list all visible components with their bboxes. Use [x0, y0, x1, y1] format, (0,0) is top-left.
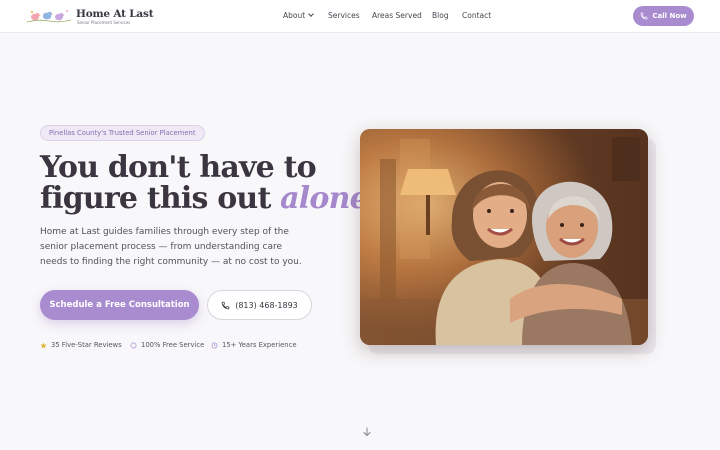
location-badge: Pinellas County's Trusted Senior Placeme…: [40, 125, 205, 141]
hero-headline: You don't have to figure this out alone.: [40, 150, 378, 216]
logo[interactable]: Home At Last Senior Placement Services: [26, 6, 154, 26]
mother-daughter-photo: [360, 129, 648, 345]
hero-photo: [360, 129, 648, 345]
phone-icon: [221, 301, 230, 309]
trust-reviews-label: 35 Five-Star Reviews: [51, 341, 122, 349]
phone-number-label: (813) 468-1893: [235, 300, 298, 310]
nav-about[interactable]: About: [283, 11, 315, 20]
site-header: Home At Last Senior Placement Services A…: [0, 0, 720, 33]
birds-logo-icon: [26, 10, 72, 23]
schedule-consultation-button[interactable]: Schedule a Free Consultation: [40, 290, 199, 320]
headline-line-1: You don't have to: [40, 150, 317, 185]
phone-icon: [641, 12, 648, 20]
chevron-down-icon: [308, 11, 315, 17]
headline-line-2: figure this out alone.: [40, 181, 378, 216]
hero-description: Home at Last guides families through eve…: [40, 227, 302, 267]
nav-contact[interactable]: Contact: [462, 11, 491, 20]
nav-blog[interactable]: Blog: [432, 11, 449, 20]
nav-areas-served[interactable]: Areas Served: [372, 11, 422, 20]
star-icon: [40, 342, 47, 348]
logo-title: Home At Last: [76, 8, 154, 20]
call-now-button[interactable]: Call Now: [633, 6, 694, 26]
call-now-label: Call Now: [652, 12, 687, 20]
headline-line-2-text: figure this out: [40, 181, 271, 216]
nav-services[interactable]: Services: [328, 11, 360, 20]
clock-icon: [211, 342, 218, 348]
trust-reviews: 35 Five-Star Reviews: [40, 340, 122, 350]
phone-number-button[interactable]: (813) 468-1893: [207, 290, 312, 320]
trust-experience: 15+ Years Experience: [211, 340, 297, 350]
trust-free-service: 100% Free Service: [130, 340, 204, 350]
trust-free-label: 100% Free Service: [141, 341, 205, 349]
arrow-down-icon[interactable]: [361, 426, 373, 438]
circle-icon: [130, 342, 137, 348]
logo-subtitle: Senior Placement Services: [77, 19, 131, 25]
trust-experience-label: 15+ Years Experience: [222, 341, 297, 349]
nav-about-label: About: [283, 11, 306, 20]
